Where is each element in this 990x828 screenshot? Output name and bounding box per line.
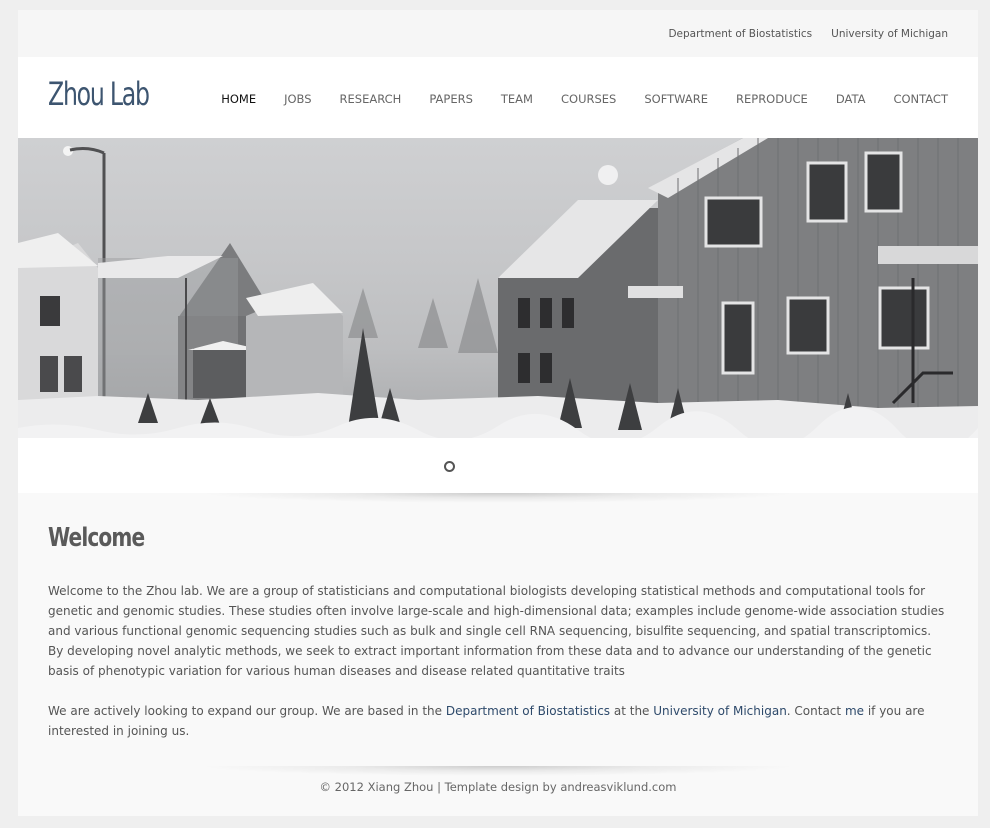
slider-controls [18,438,978,493]
header: Zhou Lab HOME JOBS RESEARCH PAPERS TEAM … [18,57,978,138]
nav-reproduce[interactable]: REPRODUCE [736,92,808,106]
slide-indicator-dot[interactable] [444,461,455,472]
link-contact-me[interactable]: me [845,704,864,718]
link-department-biostatistics[interactable]: Department of Biostatistics [446,704,610,718]
nav-data[interactable]: DATA [836,92,866,106]
top-link-university[interactable]: University of Michigan [831,28,948,40]
winter-street-photo [18,138,978,438]
divider-shadow [198,493,798,503]
top-link-biostatistics[interactable]: Department of Biostatistics [668,28,812,40]
main-content: Welcome Welcome to the Zhou lab. We are … [18,493,978,816]
divider-shadow [198,766,798,776]
nav-software[interactable]: SOFTWARE [644,92,708,106]
intro-paragraph: Welcome to the Zhou lab. We are a group … [48,584,945,678]
site-logo[interactable]: Zhou Lab [48,75,150,113]
top-links: Department of Biostatistics University o… [668,28,948,40]
page-title: Welcome [48,523,145,553]
nav-papers[interactable]: PAPERS [429,92,473,106]
nav-team[interactable]: TEAM [501,92,533,106]
join-text-3: . Contact [786,704,845,718]
nav-contact[interactable]: CONTACT [893,92,948,106]
join-paragraph: We are actively looking to expand our gr… [48,701,948,741]
page: Department of Biostatistics University o… [18,10,978,816]
footer: © 2012 Xiang Zhou | Template design by a… [319,780,677,794]
nav-jobs[interactable]: JOBS [284,92,311,106]
top-bar: Department of Biostatistics University o… [18,10,978,57]
nav-home[interactable]: HOME [221,92,256,106]
main-nav: HOME JOBS RESEARCH PAPERS TEAM COURSES S… [221,92,948,106]
link-university-michigan[interactable]: University of Michigan [653,704,787,718]
nav-research[interactable]: RESEARCH [340,92,402,106]
hero-image [18,138,978,438]
nav-courses[interactable]: COURSES [561,92,616,106]
join-text-1: We are actively looking to expand our gr… [48,704,446,718]
join-text-2: at the [610,704,654,718]
